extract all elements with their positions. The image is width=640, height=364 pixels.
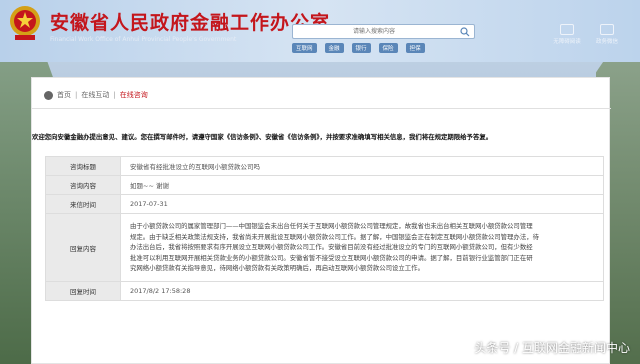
reply-line: 办法出台后，我省将按照要求有序开展设立互联网小额贷款公司工作。安徽省目前没有经过… <box>130 243 533 252</box>
reply-time-label: 回复时间 <box>45 281 121 301</box>
watermark: 头条号 / 互联网金融新闻中心 <box>474 341 630 355</box>
search-input[interactable] <box>299 25 449 38</box>
wechat-icon <box>600 24 614 35</box>
breadcrumb-separator: | <box>113 91 116 99</box>
breadcrumb: 首页 | 在线互动 | 在线咨询 <box>44 90 148 100</box>
table-row: 来信时间 2017-07-31 <box>45 194 604 214</box>
breadcrumb-home[interactable]: 首页 <box>57 90 71 100</box>
top-icons: 无障碍阅读 政务微信 <box>552 24 622 45</box>
search-box <box>292 24 475 39</box>
site-header: 安徽省人民政府金融工作办公室 Financial Work Office of … <box>0 0 640 62</box>
notice-text: 欢迎您向安徽金融办提出意见、建议。您在撰写邮件时，请遵守国家《信访条例》、安徽省… <box>32 133 493 141</box>
reply-time-value: 2017/8/2 17:58:28 <box>120 281 604 301</box>
reply-value: 由于小额贷款公司的属家管理部门——中国银监会未出台任何关于互联网小额贷款公司管理… <box>120 213 604 282</box>
accessibility-link[interactable]: 无障碍阅读 <box>552 24 582 45</box>
breadcrumb-separator: | <box>75 91 78 99</box>
site-subtitle: Financial Work Office of Anhui Provincia… <box>50 36 237 43</box>
quick-link-bank[interactable]: 银行 <box>351 43 371 53</box>
site-title[interactable]: 安徽省人民政府金融工作办公室 <box>50 8 330 35</box>
date-label: 来信时间 <box>45 194 121 214</box>
accessibility-icon <box>560 24 574 35</box>
breadcrumb-section[interactable]: 在线互动 <box>81 90 109 100</box>
reply-line: 规定。由于缺乏相关政策法规支持，我省尚未开展批设互联网小额贷款公司工作。据了解，… <box>130 232 539 241</box>
quick-links: 互联网 金融 银行 保险 担保 <box>292 43 425 53</box>
reply-line: 批准可以利用互联网开展相关贷款业务的小额贷款公司。安徽省暂不接受设立互联网小额贷… <box>130 253 533 262</box>
reply-label: 回复内容 <box>45 213 121 282</box>
accessibility-label: 无障碍阅读 <box>553 39 581 45</box>
breadcrumb-divider <box>32 108 611 109</box>
date-value: 2017-07-31 <box>120 194 604 214</box>
reply-line: 由于小额贷款公司的属家管理部门——中国银监会未出台任何关于互联网小额贷款公司管理… <box>130 222 533 231</box>
quick-link-insurance[interactable]: 保险 <box>378 43 398 53</box>
quick-link-guarantee[interactable]: 担保 <box>405 43 425 53</box>
wechat-link[interactable]: 政务微信 <box>592 24 622 45</box>
reply-line: 究网络小额贷款有关指导意见，待网络小额贷款有关政策明确后，再启动互联网小额贷款公… <box>130 264 424 273</box>
quick-link-internet[interactable]: 互联网 <box>292 43 317 53</box>
home-icon <box>44 90 53 100</box>
table-row: 回复时间 2017/8/2 17:58:28 <box>45 281 604 301</box>
wechat-label: 政务微信 <box>595 39 618 45</box>
breadcrumb-current[interactable]: 在线咨询 <box>120 90 148 100</box>
title-value: 安徽省有经批准设立的互联网小额贷款公司吗 <box>120 156 604 176</box>
title-label: 咨询标题 <box>45 156 121 176</box>
content-label: 咨询内容 <box>45 175 121 195</box>
table-row: 咨询内容 如题~~ 谢谢 <box>45 175 604 195</box>
consultation-table: 咨询标题 安徽省有经批准设立的互联网小额贷款公司吗 咨询内容 如题~~ 谢谢 来… <box>45 156 604 301</box>
quick-link-finance[interactable]: 金融 <box>324 43 344 53</box>
table-row: 咨询标题 安徽省有经批准设立的互联网小额贷款公司吗 <box>45 156 604 176</box>
national-emblem-icon <box>10 6 40 40</box>
search-icon[interactable] <box>460 27 470 37</box>
content-value: 如题~~ 谢谢 <box>120 175 604 195</box>
content-panel: 首页 | 在线互动 | 在线咨询 欢迎您向安徽金融办提出意见、建议。您在撰写邮件… <box>31 77 611 364</box>
table-row: 回复内容 由于小额贷款公司的属家管理部门——中国银监会未出台任何关于互联网小额贷… <box>45 213 604 282</box>
